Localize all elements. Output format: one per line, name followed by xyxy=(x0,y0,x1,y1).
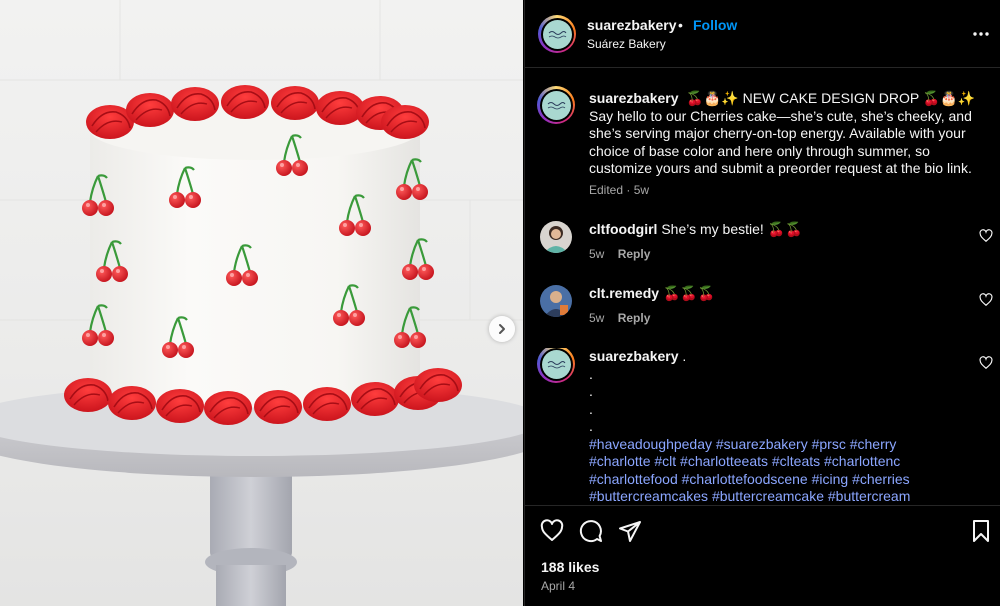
header-username[interactable]: suarezbakery xyxy=(587,17,677,33)
comment-username[interactable]: cltfoodgirl xyxy=(589,221,657,237)
more-options-button[interactable] xyxy=(971,24,991,44)
profile-photo-icon xyxy=(540,285,572,317)
author-comment: suarezbakery . . . . . #haveadoughpeday … xyxy=(525,348,1000,505)
share-button[interactable] xyxy=(618,519,642,543)
like-comment-button[interactable] xyxy=(979,293,993,307)
post-date: April 4 xyxy=(541,579,576,593)
send-icon xyxy=(619,521,641,542)
dot-line: . xyxy=(589,365,593,382)
post-actions: 188 likes April 4 xyxy=(525,505,1000,606)
chevron-right-icon xyxy=(499,324,505,334)
like-button[interactable] xyxy=(540,519,564,543)
more-options-icon xyxy=(973,32,989,36)
dot-line: . xyxy=(589,418,593,434)
heart-icon xyxy=(540,519,564,541)
comment-time: 5w xyxy=(589,311,605,325)
bookmark-icon xyxy=(973,520,989,542)
caption-text: suarezbakery 🍒🎂✨ NEW CAKE DESIGN DROP 🍒🎂… xyxy=(589,90,993,178)
author-comment-text: suarezbakery . . . . . #haveadoughpeday … xyxy=(589,348,989,505)
caption-avatar[interactable] xyxy=(537,86,575,124)
reply-button[interactable]: Reply xyxy=(618,247,651,261)
comment-text-line: clt.remedy 🍒🍒🍒 xyxy=(589,285,969,302)
comment-text-line: cltfoodgirl She’s my bestie! 🍒🍒 xyxy=(589,221,969,238)
profile-photo-icon xyxy=(540,221,572,253)
caption-meta: Edited · 5w xyxy=(589,183,650,197)
comment-icon xyxy=(579,520,602,543)
dot-line: . xyxy=(589,400,593,417)
follow-button[interactable]: Follow xyxy=(693,17,737,33)
cherry-cake-image xyxy=(0,0,523,606)
commenter-avatar[interactable] xyxy=(540,285,572,317)
like-comment-button[interactable] xyxy=(979,229,993,243)
author-avatar[interactable] xyxy=(537,348,575,383)
save-button[interactable] xyxy=(969,519,993,543)
comment-username[interactable]: clt.remedy xyxy=(589,285,659,301)
next-photo-button[interactable] xyxy=(489,316,515,342)
post-header: suarezbakery • Follow Suárez Bakery xyxy=(525,0,1000,68)
avatar[interactable] xyxy=(538,15,576,53)
post-photo xyxy=(0,0,523,606)
comment-button[interactable] xyxy=(579,519,603,543)
bakery-logo-icon xyxy=(548,30,566,38)
comment-body: . xyxy=(682,348,687,364)
likes-count[interactable]: 188 likes xyxy=(541,559,599,575)
reply-button[interactable]: Reply xyxy=(618,311,651,325)
comment-username[interactable]: suarezbakery xyxy=(589,348,679,364)
comment-body: 🍒🍒🍒 xyxy=(662,285,716,301)
comment-time: 5w xyxy=(589,247,605,261)
heart-icon xyxy=(979,229,993,243)
comment-meta: 5w Reply xyxy=(589,311,650,325)
hashtag-line[interactable]: #buttercreamcakes #buttercreamcake #butt… xyxy=(589,488,910,504)
like-comment-button[interactable] xyxy=(979,356,993,370)
hashtag-line[interactable]: #charlotte #clt #charlotteeats #clteats … xyxy=(589,453,900,469)
heart-icon xyxy=(979,293,993,307)
dot-lines: . . . . xyxy=(589,366,989,436)
bakery-logo-icon xyxy=(547,360,565,368)
hashtag-line[interactable]: #haveadoughpeday #suarezbakery #prsc #ch… xyxy=(589,436,896,452)
bakery-logo-icon xyxy=(547,101,565,109)
dot-line: . xyxy=(589,383,593,399)
commenter-avatar[interactable] xyxy=(540,221,572,253)
heart-icon xyxy=(979,356,993,370)
comment-body: She’s my bestie! 🍒🍒 xyxy=(661,221,803,237)
separator-dot: • xyxy=(678,17,683,33)
hashtag-line[interactable]: #charlottefood #charlottefoodscene #icin… xyxy=(589,471,910,487)
header-subtitle[interactable]: Suárez Bakery xyxy=(587,37,666,51)
post-details-panel: suarezbakery • Follow Suárez Bakery suar… xyxy=(524,0,1000,606)
hashtag-list: #haveadoughpeday #suarezbakery #prsc #ch… xyxy=(589,436,989,506)
comment-meta: 5w Reply xyxy=(589,247,650,261)
caption-username[interactable]: suarezbakery xyxy=(589,90,679,106)
